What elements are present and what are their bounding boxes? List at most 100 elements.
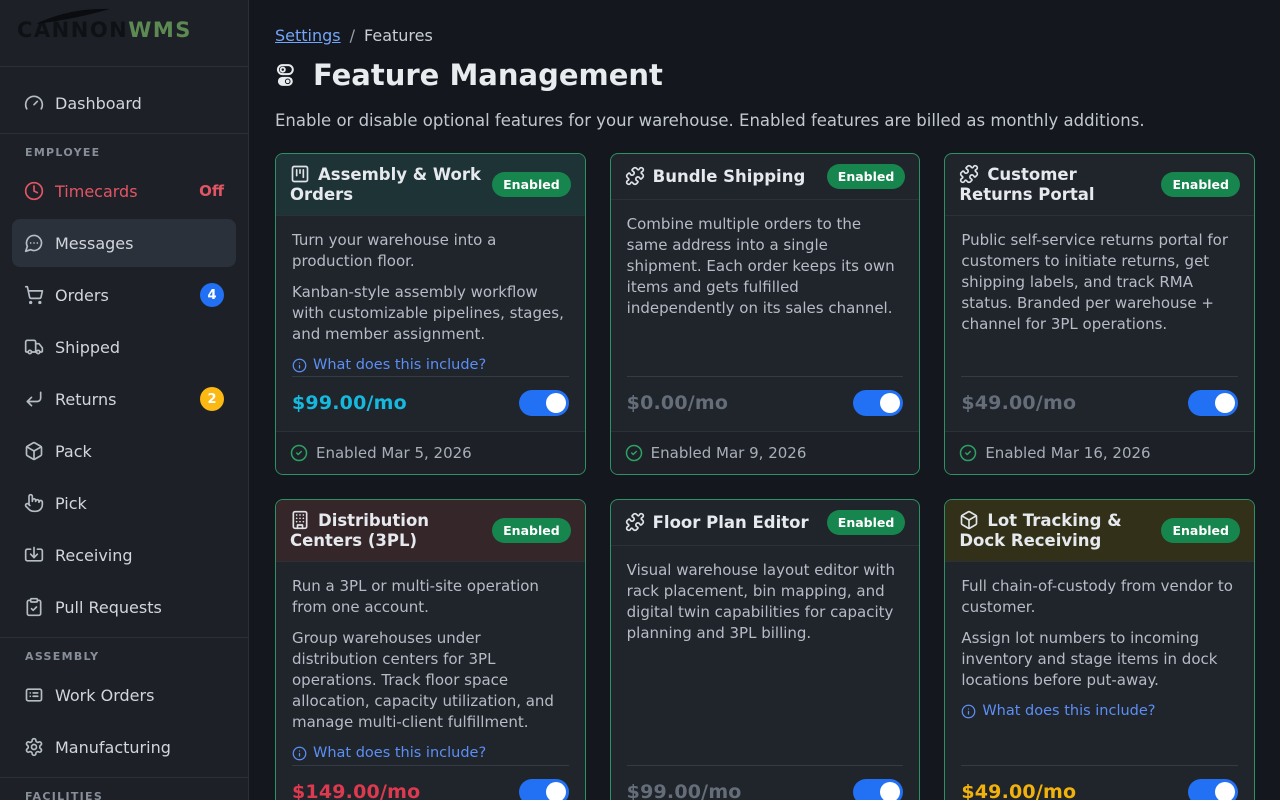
price-row: $99.00/mo xyxy=(611,766,920,800)
feature-card-assembly-work-orders: Assembly & Work Orders Enabled Turn your… xyxy=(275,153,586,475)
sidebar-item-messages[interactable]: Messages xyxy=(12,219,236,267)
enabled-badge: Enabled xyxy=(492,518,571,543)
card-body: Run a 3PL or multi-site operation from o… xyxy=(276,562,585,765)
feature-card-customer-returns-portal: Customer Returns Portal Enabled Public s… xyxy=(944,153,1255,475)
card-description: Visual warehouse layout editor with rack… xyxy=(627,560,904,644)
feature-toggle[interactable] xyxy=(1188,779,1238,800)
card-header: Floor Plan Editor Enabled xyxy=(611,500,920,546)
price-row: $49.00/mo xyxy=(945,377,1254,431)
sidebar-item-label: Dashboard xyxy=(55,94,142,113)
card-title-text: Bundle Shipping xyxy=(653,167,806,186)
hand-pointer-icon xyxy=(24,493,44,513)
inbox-download-icon xyxy=(24,545,44,565)
price-row: $49.00/mo xyxy=(945,766,1254,800)
what-does-this-include-link[interactable]: What does this include? xyxy=(292,355,486,376)
card-title: Distribution Centers (3PL) xyxy=(290,510,482,551)
price-label: $49.00/mo xyxy=(961,392,1076,414)
sidebar-item-receiving[interactable]: Receiving xyxy=(12,531,236,579)
toggle-knob xyxy=(546,393,566,413)
feature-card-distribution-centers: Distribution Centers (3PL) Enabled Run a… xyxy=(275,499,586,800)
card-title-text: Customer Returns Portal xyxy=(959,165,1094,204)
feature-toggle[interactable] xyxy=(853,779,903,800)
returns-count-badge: 2 xyxy=(200,387,224,411)
timecards-off-badge: Off xyxy=(199,182,224,200)
sidebar-item-label: Pick xyxy=(55,494,87,513)
card-header: Lot Tracking & Dock Receiving Enabled xyxy=(945,500,1254,562)
toggle-knob xyxy=(880,393,900,413)
chat-bubble-icon xyxy=(24,233,44,253)
card-title: Lot Tracking & Dock Receiving xyxy=(959,510,1151,551)
toggle-knob xyxy=(1215,782,1235,800)
card-title: Customer Returns Portal xyxy=(959,164,1151,205)
card-description: Full chain-of-custody from vendor to cus… xyxy=(961,576,1238,618)
sidebar-item-manufacturing[interactable]: Manufacturing xyxy=(12,723,236,771)
price-row: $99.00/mo xyxy=(276,377,585,431)
feature-toggle[interactable] xyxy=(519,779,569,800)
card-title: Assembly & Work Orders xyxy=(290,164,482,205)
price-label: $149.00/mo xyxy=(292,781,420,800)
divider xyxy=(0,777,248,778)
sidebar-nav: Dashboard EMPLOYEE Timecards Off Message… xyxy=(0,67,248,800)
feature-card-bundle-shipping: Bundle Shipping Enabled Combine multiple… xyxy=(610,153,921,475)
card-title-text: Distribution Centers (3PL) xyxy=(290,511,429,550)
include-link-text: What does this include? xyxy=(982,701,1155,722)
card-body: Combine multiple orders to the same addr… xyxy=(611,200,920,376)
sidebar-item-shipped[interactable]: Shipped xyxy=(12,323,236,371)
price-row: $149.00/mo xyxy=(276,766,585,800)
page-subtitle: Enable or disable optional features for … xyxy=(275,111,1255,130)
truck-icon xyxy=(24,337,44,357)
sidebar-item-timecards[interactable]: Timecards Off xyxy=(12,167,236,215)
card-header: Bundle Shipping Enabled xyxy=(611,154,920,200)
card-header: Assembly & Work Orders Enabled xyxy=(276,154,585,216)
breadcrumb-settings-link[interactable]: Settings xyxy=(275,26,341,45)
kanban-icon xyxy=(290,164,310,184)
feature-toggle[interactable] xyxy=(1188,390,1238,416)
check-circle-icon xyxy=(625,444,643,462)
enabled-badge: Enabled xyxy=(827,510,906,535)
card-footer: Enabled Mar 5, 2026 xyxy=(276,431,585,474)
sidebar-item-pull-requests[interactable]: Pull Requests xyxy=(12,583,236,631)
sidebar-item-orders[interactable]: Orders 4 xyxy=(12,271,236,319)
sidebar-item-work-orders[interactable]: Work Orders xyxy=(12,671,236,719)
what-does-this-include-link[interactable]: What does this include? xyxy=(961,701,1155,722)
card-header: Distribution Centers (3PL) Enabled xyxy=(276,500,585,562)
card-title: Bundle Shipping xyxy=(625,166,806,187)
price-label: $99.00/mo xyxy=(627,781,742,800)
check-circle-icon xyxy=(290,444,308,462)
work-order-card-icon xyxy=(24,685,44,705)
cannon-swoosh-icon xyxy=(34,7,114,27)
sidebar: CANNONWMS Dashboard EMPLOYEE Timecards O… xyxy=(0,0,249,800)
enabled-badge: Enabled xyxy=(827,164,906,189)
feature-toggle[interactable] xyxy=(519,390,569,416)
enabled-date: Enabled Mar 16, 2026 xyxy=(985,444,1150,462)
info-icon xyxy=(292,358,307,373)
sidebar-section-employee: EMPLOYEE xyxy=(25,146,248,159)
enabled-badge: Enabled xyxy=(1161,172,1240,197)
divider xyxy=(0,133,248,134)
card-description: Assign lot numbers to incoming inventory… xyxy=(961,628,1238,691)
toggle-knob xyxy=(546,782,566,800)
what-does-this-include-link[interactable]: What does this include? xyxy=(292,743,486,764)
gear-icon xyxy=(24,737,44,757)
card-body: Visual warehouse layout editor with rack… xyxy=(611,546,920,765)
clipboard-check-icon xyxy=(24,597,44,617)
card-description: Group warehouses under distribution cent… xyxy=(292,628,569,733)
sidebar-item-pack[interactable]: Pack xyxy=(12,427,236,475)
enabled-date: Enabled Mar 5, 2026 xyxy=(316,444,472,462)
sidebar-item-label: Receiving xyxy=(55,546,133,565)
sidebar-item-returns[interactable]: Returns 2 xyxy=(12,375,236,423)
price-row: $0.00/mo xyxy=(611,377,920,431)
enabled-badge: Enabled xyxy=(492,172,571,197)
toggle-knob xyxy=(880,782,900,800)
card-header: Customer Returns Portal Enabled xyxy=(945,154,1254,216)
price-label: $99.00/mo xyxy=(292,392,407,414)
sidebar-item-dashboard[interactable]: Dashboard xyxy=(12,79,236,127)
main-content: Settings / Features Feature Management E… xyxy=(249,0,1280,800)
sidebar-item-pick[interactable]: Pick xyxy=(12,479,236,527)
sidebar-item-label: Timecards xyxy=(55,182,138,201)
feature-toggle[interactable] xyxy=(853,390,903,416)
card-footer: Enabled Mar 16, 2026 xyxy=(945,431,1254,474)
card-description: Run a 3PL or multi-site operation from o… xyxy=(292,576,569,618)
feature-card-floor-plan-editor: Floor Plan Editor Enabled Visual warehou… xyxy=(610,499,921,800)
gauge-icon xyxy=(24,93,44,113)
